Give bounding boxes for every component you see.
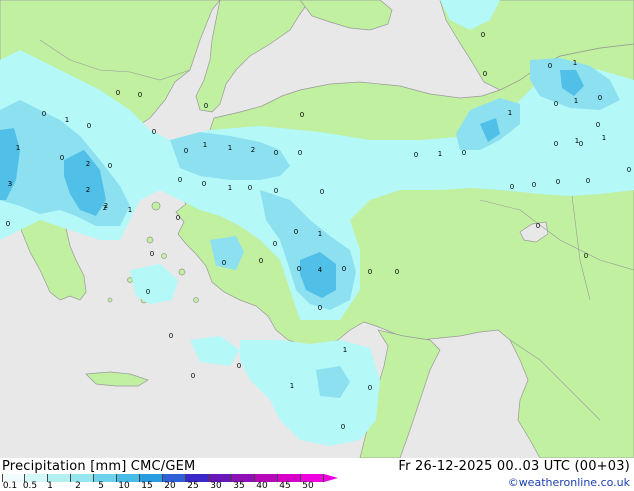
point-value-label: 0 (627, 166, 631, 174)
point-value-label: 0 (6, 220, 10, 228)
point-value-label: 0 (237, 362, 241, 370)
map-title: Precipitation [mm] CMC/GEM (2, 459, 196, 474)
point-value-label: 0 (556, 178, 560, 186)
island (151, 201, 161, 211)
point-value-label: 0 (510, 183, 514, 191)
point-value-label: 1 (203, 141, 207, 149)
point-value-label: 0 (138, 91, 142, 99)
point-value-label: 1 (574, 97, 578, 105)
point-value-label: 0 (536, 222, 540, 230)
point-value-label: 2 (86, 186, 90, 194)
point-value-label: 0 (342, 265, 346, 273)
point-value-label: 0 (178, 176, 182, 184)
point-value-label: 0 (481, 31, 485, 39)
island (107, 297, 113, 303)
point-value-label: 0 (150, 250, 154, 258)
map-datetime: Fr 26-12-2025 00..03 UTC (00+03) (398, 459, 630, 474)
point-value-label: 1 (65, 116, 69, 124)
point-value-label: 1 (508, 109, 512, 117)
point-value-label: 0 (584, 252, 588, 260)
point-value-label: 0 (274, 187, 278, 195)
point-value-label: 0 (368, 268, 372, 276)
site-credit[interactable]: ©weatheronline.co.uk (508, 476, 630, 489)
point-value-label: 0 (222, 259, 226, 267)
point-value-label: 1 (16, 144, 20, 152)
point-value-label: 1 (318, 230, 322, 238)
point-value-label: 0 (87, 122, 91, 130)
point-value-label: 0 (60, 154, 64, 162)
point-value-label: 0 (554, 100, 558, 108)
point-value-label: 0 (318, 304, 322, 312)
point-value-label: 0 (184, 147, 188, 155)
point-value-label: 0 (248, 184, 252, 192)
point-value-label: 0 (483, 70, 487, 78)
point-value-label: 2 (104, 202, 108, 210)
point-value-label: 2 (251, 146, 255, 154)
point-value-label: 1 (128, 206, 132, 214)
point-value-label: 0 (579, 140, 583, 148)
point-value-label: 0 (298, 149, 302, 157)
point-value-label: 1 (290, 382, 294, 390)
point-value-label: 0 (586, 177, 590, 185)
point-value-label: 0 (108, 162, 112, 170)
point-value-label: 0 (191, 372, 195, 380)
point-value-label: 0 (202, 180, 206, 188)
point-value-label: 0 (274, 149, 278, 157)
point-value-label: 0 (414, 151, 418, 159)
point-value-label: 0 (548, 62, 552, 70)
point-value-label: 1 (602, 134, 606, 142)
point-value-label: 1 (573, 59, 577, 67)
point-value-label: 1 (438, 150, 442, 158)
point-value-label: 0 (462, 149, 466, 157)
point-value-label: 4 (318, 266, 323, 274)
map-footer: Precipitation [mm] CMC/GEM Fr 26-12-2025… (0, 458, 634, 491)
island (161, 253, 167, 259)
point-value-label: 0 (554, 140, 558, 148)
point-value-label: 0 (169, 332, 173, 340)
point-value-label: 0 (152, 128, 156, 136)
point-value-label: 0 (42, 110, 46, 118)
point-value-label: 1 (228, 144, 232, 152)
island (127, 277, 133, 283)
point-value-label: 0 (297, 265, 301, 273)
island (193, 297, 199, 303)
island (178, 268, 186, 276)
point-value-label: 0 (146, 288, 150, 296)
point-value-label: 0 (204, 102, 208, 110)
precipitation-map: 0 1 0 0 1 0 0 2 0 0 1 2 2 0 3 0 0 0 1 0 1 1 2 0 0 0 0 0 0 0 1 1 0 0 0 0 0 4 0 0… (0, 0, 634, 458)
island (146, 236, 154, 244)
point-value-label: 0 (320, 188, 324, 196)
point-value-label: 0 (341, 423, 345, 431)
point-value-label: 0 (273, 240, 277, 248)
point-value-label: 0 (596, 121, 600, 129)
point-value-label: 0 (300, 111, 304, 119)
point-value-label: 3 (8, 180, 12, 188)
point-value-label: 1 (343, 346, 347, 354)
point-value-label: 0 (116, 89, 120, 97)
point-value-label: 0 (368, 384, 372, 392)
point-value-label: 0 (294, 228, 298, 236)
point-value-label: 0 (598, 94, 602, 102)
point-value-label: 0 (259, 257, 263, 265)
point-value-label: 0 (176, 214, 180, 222)
point-value-label: 0 (395, 268, 399, 276)
point-value-label: 0 (532, 181, 536, 189)
point-value-label: 1 (228, 184, 232, 192)
point-value-label: 2 (86, 160, 90, 168)
